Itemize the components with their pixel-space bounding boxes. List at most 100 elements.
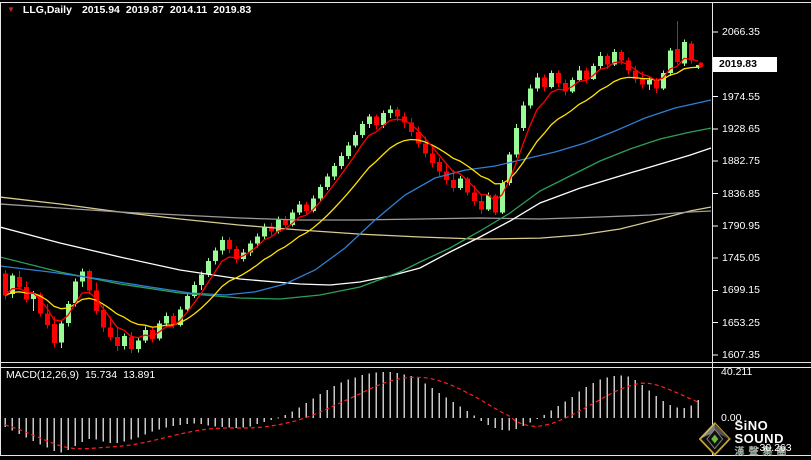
candle-body [395,110,400,117]
macd-bar [621,375,623,418]
candle-body [164,316,169,324]
macd-bar [502,418,504,430]
price-tick-label: 1928.65 [722,123,760,135]
macd-name: MACD(12,26,9) [6,369,79,381]
candle-body [318,187,323,198]
price-tick-label: 1974.55 [722,91,760,103]
candle-body [689,44,694,61]
macd-bar [586,387,588,418]
candle-body [213,250,218,261]
macd-bar [481,418,483,421]
candle-body [220,240,225,251]
candle-body [619,52,624,60]
candle-body [367,117,372,124]
ma-gray-line [0,204,711,220]
macd-bar [341,383,343,418]
candle-body [654,80,659,88]
candle-body [458,179,463,188]
candle-body [346,146,351,157]
macd-bar [26,418,28,437]
candle-body [374,117,379,125]
candle-body [283,219,288,225]
macd-bar [600,380,602,418]
macd-bar [663,401,665,418]
candlestick-chart[interactable] [0,0,811,460]
macd-bar [404,374,406,418]
macd-bar [110,418,112,443]
macd-bar [656,396,658,418]
chart-window: ▼ LLG,Daily 2015.94 2019.87 2014.11 2019… [0,0,811,460]
macd-bar [320,394,322,418]
low-value: 2014.11 [170,4,207,16]
macd-bar [362,375,364,418]
macd-bar [75,418,77,446]
sino-sound-logo: SiNO SOUND 漢聲集團 [699,419,811,458]
candle-body [577,70,582,80]
macd-bar [558,406,560,418]
candle-body [605,56,610,64]
candle-body [10,276,15,294]
macd-bar [523,418,525,426]
candle-body [549,73,554,87]
macd-bar [677,408,679,418]
price-tick-label: 1745.05 [722,252,760,264]
candles [3,21,701,353]
macd-bar [642,385,644,418]
macd-bar [271,418,273,420]
candle-body [360,124,365,135]
main-pane[interactable] [0,21,711,353]
candle-body [199,274,204,285]
macd-bar [607,377,609,418]
macd-bar [635,380,637,418]
ma-red-line [5,58,698,337]
macd-bar [593,383,595,418]
candle-body [206,261,211,274]
candle-body [3,274,8,296]
candle-body [185,296,190,309]
macd-bar [68,418,70,450]
candle-body [486,196,491,210]
candle-body [528,89,533,106]
price-tick-label: 1699.15 [722,284,760,296]
macd-tick-label: -30.263 [756,442,792,454]
macd-bar [89,418,91,439]
candle-body [262,226,267,236]
macd-bar [257,418,259,424]
macd-bar [551,411,553,418]
macd-bar [460,407,462,418]
macd-bar [215,418,217,427]
candle-body [451,180,456,188]
candle-body [87,271,92,291]
macd-bar [439,393,441,418]
candle-body [136,340,141,348]
macd-bar [208,418,210,425]
macd-bar [530,418,532,423]
macd-bar [376,373,378,418]
candle-body [500,183,505,213]
candle-body [430,153,435,163]
candle-body [437,162,442,172]
macd-main-value: 15.734 [85,369,117,381]
candle-body [101,310,106,328]
macd-signal-value: 13.891 [123,369,155,381]
macd-bar [684,408,686,418]
candle-body [276,219,281,231]
macd-bar [698,400,700,418]
macd-bar [201,418,203,424]
price-tick-label: 1882.75 [722,155,760,167]
candle-body [556,73,561,83]
macd-bar [509,418,511,431]
macd-bar [278,417,280,418]
symbol-header: ▼ LLG,Daily 2015.94 2019.87 2014.11 2019… [7,3,251,16]
price-tick-label: 1607.35 [722,349,760,361]
macd-bar [474,416,476,418]
macd-bar [40,418,42,444]
macd-bar [33,418,35,441]
candle-body [108,328,113,337]
macd-bar [628,377,630,418]
macd-pane[interactable] [5,372,700,453]
macd-bar [390,372,392,418]
macd-bar [453,402,455,418]
symbol-dropdown-icon[interactable]: ▼ [7,6,15,14]
high-value: 2019.87 [126,4,164,16]
